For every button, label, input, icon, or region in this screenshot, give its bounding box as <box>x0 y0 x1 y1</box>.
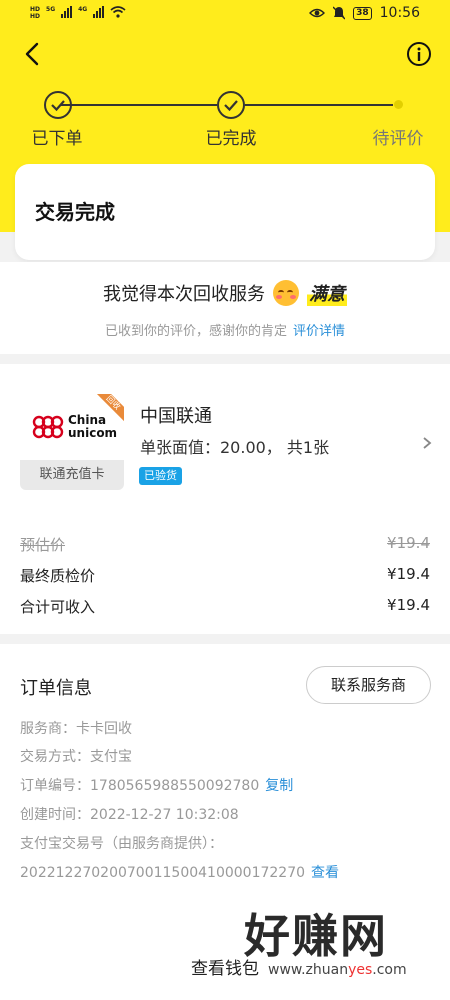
logo-text-unicom: unicom <box>68 426 118 440</box>
contact-provider-button[interactable]: 联系服务商 <box>306 666 431 704</box>
signal-icon <box>93 6 105 18</box>
unicom-logo: China unicom 回收 <box>20 394 124 460</box>
price-value: ¥19.4 <box>387 565 430 583</box>
unicom-knot-icon <box>32 415 64 439</box>
provider-row: 服务商：卡卡回收 <box>20 721 132 737</box>
step-done-check-icon <box>44 91 72 119</box>
rating-value: 满意 <box>307 280 347 306</box>
status-card: 交易完成 <box>15 164 435 260</box>
watermark-url: www.zhuanyes.com <box>268 962 407 978</box>
network-4g: 4G <box>78 6 88 13</box>
rating-subtext: 已收到你的评价，感谢你的肯定 <box>104 324 287 339</box>
sim-label-1: HD HD <box>30 6 41 20</box>
payment-method-row: 交易方式：支付宝 <box>20 749 132 765</box>
network-5g: 5G <box>46 6 56 13</box>
order-number: 订单编号：1780565988550092780 <box>20 778 260 794</box>
step-label-completed: 已完成 <box>205 129 257 149</box>
review-details-link[interactable]: 评价详情 <box>293 324 345 339</box>
final-inspection-price-row: 最终质检价 ¥19.4 <box>20 565 430 586</box>
product-face-value: 单张面值：20.00， 共1张 <box>140 438 330 457</box>
product-section: China unicom 回收 联通充值卡 中国联通 单张面值：20.00， 共… <box>0 364 450 634</box>
estimated-price-row: 预估价 ¥19.4 <box>20 534 430 555</box>
order-progress: 已下单 已完成 待评价 <box>0 88 450 149</box>
status-title: 交易完成 <box>35 200 115 224</box>
wifi-icon <box>110 6 126 18</box>
clock: 10:56 <box>379 5 420 21</box>
rating-text: 我觉得本次回收服务 <box>103 284 265 305</box>
rating-section: 我觉得本次回收服务 满意 已收到你的评价，感谢你的肯定 评价详情 <box>0 262 450 354</box>
eye-icon <box>309 8 326 18</box>
progress-line <box>60 104 217 106</box>
signal-icon <box>61 6 73 18</box>
info-icon[interactable] <box>406 41 432 67</box>
order-number-row: 订单编号：1780565988550092780 复制 <box>20 775 293 795</box>
order-info-title: 订单信息 <box>20 678 92 699</box>
mute-icon <box>333 6 346 20</box>
total-income-row: 合计可收入 ¥19.4 <box>20 596 430 617</box>
step-label-ordered: 已下单 <box>31 129 83 149</box>
site-watermark: 好赚网 www.zhuanyes.com <box>244 900 444 990</box>
price-value: ¥19.4 <box>387 596 430 614</box>
alipay-number: 2022122702007001150041000017227​0 <box>20 865 306 881</box>
price-label: 预估价 <box>20 536 66 554</box>
price-value: ¥19.4 <box>387 534 430 552</box>
view-link[interactable]: 查看 <box>311 865 339 881</box>
step-done-check-icon <box>217 91 245 119</box>
step-pending-dot <box>394 100 403 109</box>
battery-indicator: 38 <box>353 6 372 20</box>
progress-line <box>245 104 393 106</box>
card-type-label: 联通充值卡 <box>20 460 124 490</box>
order-info-section: 订单信息 联系服务商 服务商：卡卡回收 交易方式：支付宝 订单编号：178056… <box>0 644 450 1000</box>
status-bar: HD HD 5G 4G 38 10:56 <box>0 0 450 30</box>
product-name[interactable]: 中国联通 <box>140 402 212 428</box>
created-time-row: 创建时间：2022-12-27 10:32:08 <box>20 807 239 823</box>
back-arrow-icon[interactable] <box>20 40 48 68</box>
alipay-label-row: 支付宝交易号（由服务商提供）： <box>20 836 223 852</box>
copy-link[interactable]: 复制 <box>265 778 293 794</box>
price-label: 最终质检价 <box>20 567 96 585</box>
step-label-pending-review: 待评价 <box>372 129 424 149</box>
price-label: 合计可收入 <box>20 598 96 616</box>
kiss-emoji-icon <box>273 280 299 306</box>
product-card-image[interactable]: China unicom 回收 联通充值卡 <box>20 394 124 490</box>
recycle-ribbon: 回收 <box>96 394 124 422</box>
chevron-right-icon[interactable] <box>420 436 434 450</box>
watermark-title: 好赚网 <box>244 909 388 963</box>
inspected-badge: 已验货 <box>139 467 182 485</box>
alipay-number-row: 2022122702007001150041000017227​0 查看 <box>20 862 339 882</box>
